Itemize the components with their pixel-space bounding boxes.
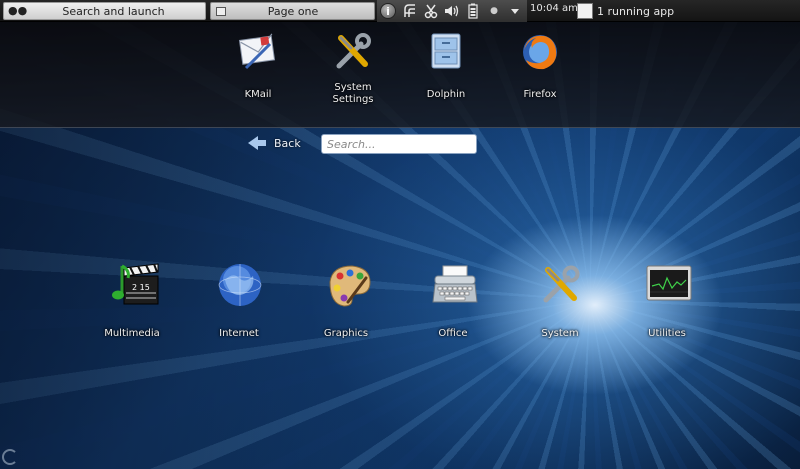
- notification-dot-icon[interactable]: ●: [484, 1, 504, 21]
- favorite-dolphin[interactable]: Dolphin: [406, 30, 486, 101]
- category-label: System: [541, 328, 579, 339]
- page-label: Page one: [267, 4, 319, 18]
- favorite-label: System Settings: [332, 82, 374, 105]
- favorite-firefox[interactable]: Firefox: [500, 30, 580, 101]
- cashew-icon[interactable]: [2, 449, 18, 465]
- page-icon: [216, 6, 226, 16]
- back-label: Back: [274, 136, 301, 150]
- category-system[interactable]: System: [520, 262, 600, 340]
- favorite-label: Dolphin: [426, 89, 466, 100]
- clipboard-icon[interactable]: [421, 1, 441, 21]
- monitor-icon: [645, 262, 692, 306]
- top-panel: ●● Search and launch Page one i ● 10:04 …: [0, 0, 800, 22]
- category-multimedia[interactable]: 2 15 Multimedia: [92, 262, 172, 340]
- svg-text:2 15: 2 15: [132, 283, 150, 292]
- back-button[interactable]: Back: [248, 134, 308, 152]
- category-label: Internet: [219, 328, 259, 339]
- window-icon: [577, 3, 593, 19]
- typewriter-icon: [431, 262, 478, 306]
- running-apps-button[interactable]: 1 running app: [577, 2, 797, 20]
- expand-arrow-icon[interactable]: [505, 1, 525, 21]
- binoculars-icon: ●●: [8, 4, 28, 17]
- favorite-kmail[interactable]: KMail: [218, 30, 298, 101]
- favorite-label: Firefox: [523, 89, 557, 100]
- category-label: Graphics: [323, 328, 369, 339]
- battery-icon[interactable]: [463, 1, 483, 21]
- search-input[interactable]: [321, 134, 477, 154]
- file-manager-icon: [424, 30, 468, 74]
- search-and-launch-button[interactable]: ●● Search and launch: [3, 2, 206, 20]
- system-tray: i ●: [377, 0, 527, 22]
- category-graphics[interactable]: Graphics: [306, 262, 386, 340]
- back-arrow-shaft: [258, 140, 266, 146]
- category-label: Multimedia: [104, 328, 160, 339]
- mail-icon: [236, 30, 280, 74]
- palette-icon: [324, 262, 371, 307]
- globe-icon: [217, 262, 262, 306]
- page-selector-button[interactable]: Page one: [210, 2, 375, 20]
- favorites-bar: [0, 22, 800, 128]
- back-arrow-icon: [248, 136, 258, 150]
- running-apps-label: 1 running app: [597, 4, 675, 18]
- category-label: Office: [438, 328, 468, 339]
- category-office[interactable]: Office: [413, 262, 493, 340]
- info-icon[interactable]: i: [380, 3, 396, 19]
- favorite-system-settings[interactable]: System Settings: [313, 30, 393, 106]
- category-label: Utilities: [648, 328, 686, 339]
- category-internet[interactable]: Internet: [199, 262, 279, 340]
- clock[interactable]: 10:04 am: [530, 3, 578, 14]
- favorite-label: KMail: [244, 89, 272, 100]
- settings-icon: [331, 30, 375, 74]
- network-icon[interactable]: [400, 1, 420, 21]
- tools-icon: [538, 262, 582, 306]
- firefox-icon: [518, 30, 562, 74]
- volume-icon[interactable]: [442, 1, 462, 21]
- launcher-label: Search and launch: [62, 4, 165, 18]
- multimedia-icon: 2 15: [110, 262, 159, 306]
- category-utilities[interactable]: Utilities: [627, 262, 707, 340]
